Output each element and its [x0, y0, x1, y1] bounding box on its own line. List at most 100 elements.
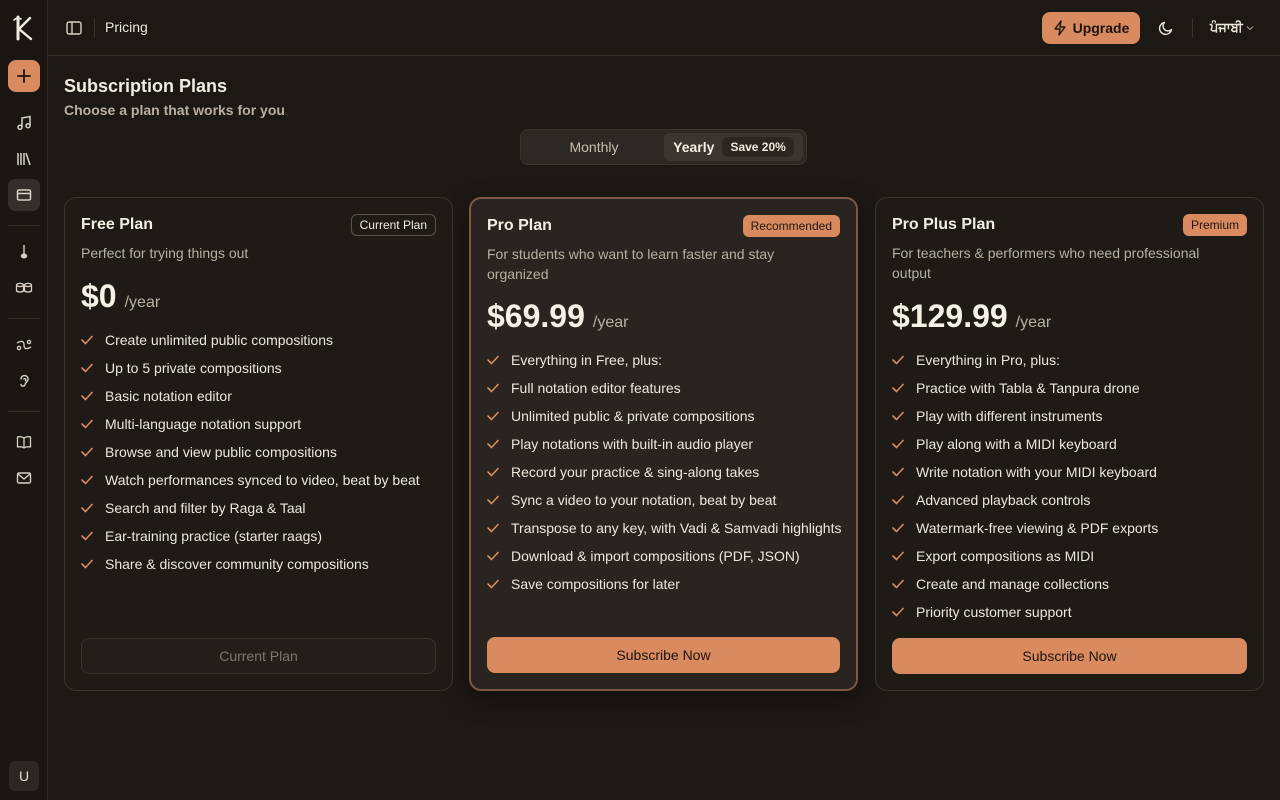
top-header: Pricing Upgrade ਪੰਜਾਬੀ — [48, 0, 1280, 56]
current-plan-badge: Current Plan — [350, 214, 436, 236]
language-select[interactable]: ਪੰਜਾਬੀ — [1204, 14, 1260, 42]
check-icon — [892, 378, 906, 398]
feature-text: Priority customer support — [916, 604, 1072, 620]
feature-item: Search and filter by Raga & Taal — [81, 498, 440, 518]
check-icon — [892, 518, 906, 538]
toggle-sidebar-button[interactable] — [65, 19, 83, 37]
plan-period: /year — [592, 314, 629, 331]
premium-badge: Premium — [1182, 214, 1247, 236]
feature-item: Write notation with your MIDI keyboard — [892, 462, 1251, 482]
feature-list: Create unlimited public compositions Up t… — [81, 330, 440, 582]
check-icon — [892, 406, 906, 426]
check-icon — [81, 414, 95, 434]
check-icon — [81, 330, 95, 350]
feature-item: Record your practice & sing-along takes — [487, 462, 844, 482]
upgrade-button[interactable]: Upgrade — [1042, 12, 1140, 44]
feature-item: Play along with a MIDI keyboard — [892, 434, 1251, 454]
header-divider — [94, 19, 95, 37]
feature-item: Multi-language notation support — [81, 414, 440, 434]
tabla-icon — [15, 282, 32, 293]
mail-icon — [16, 472, 31, 484]
music-note-icon — [16, 115, 31, 130]
tab-monthly[interactable]: Monthly — [524, 133, 664, 161]
feature-text: Multi-language notation support — [105, 416, 302, 432]
feature-item: Export compositions as MIDI — [892, 546, 1251, 566]
yearly-label: Yearly — [673, 139, 715, 155]
sidebar-item-compositions[interactable] — [8, 107, 40, 139]
subscribe-pro-plus-button[interactable]: Subscribe Now — [892, 638, 1247, 674]
lightning-icon — [1053, 20, 1066, 36]
feature-item: Everything in Pro, plus: — [892, 350, 1251, 370]
check-icon — [81, 470, 95, 490]
feature-text: Download & import compositions (PDF, JSO… — [511, 548, 800, 564]
check-icon — [487, 490, 501, 510]
feature-list: Everything in Pro, plus: Practice with Ta… — [892, 350, 1251, 630]
new-composition-button[interactable] — [7, 60, 40, 92]
plan-period: /year — [1015, 314, 1052, 331]
billing-period-toggle: Monthly Yearly Save 20% — [520, 129, 807, 165]
feature-text: Transpose to any key, with Vadi & Samvad… — [511, 520, 842, 536]
sitar-icon — [20, 245, 27, 259]
theme-toggle-button[interactable] — [1156, 18, 1176, 38]
sidebar-item-pricing[interactable] — [7, 179, 40, 211]
plan-description: Perfect for trying things out — [81, 245, 249, 261]
check-icon — [487, 546, 501, 566]
tab-yearly[interactable]: Yearly Save 20% — [664, 133, 803, 161]
sidebar-item-contact[interactable] — [8, 462, 40, 494]
plan-price: $129.99 — [892, 298, 1008, 334]
feature-item: Sync a video to your notation, beat by b… — [487, 490, 844, 510]
sidebar-divider — [7, 318, 40, 319]
sidebar-item-guide[interactable] — [8, 426, 40, 458]
check-icon — [487, 434, 501, 454]
feature-text: Write notation with your MIDI keyboard — [916, 464, 1157, 480]
plan-card-pro: Pro Plan Recommended For students who wa… — [469, 197, 858, 691]
sidebar-panel-icon — [66, 21, 82, 35]
subscribe-pro-button[interactable]: Subscribe Now — [487, 637, 840, 673]
feature-text: Up to 5 private compositions — [105, 360, 282, 376]
plan-description: For students who want to learn faster an… — [487, 246, 775, 282]
sidebar-divider — [7, 225, 40, 226]
app-logo[interactable] — [9, 13, 39, 43]
feature-text: Create unlimited public compositions — [105, 332, 333, 348]
check-icon — [892, 574, 906, 594]
feature-item: Create unlimited public compositions — [81, 330, 440, 350]
recommended-badge: Recommended — [742, 215, 840, 237]
language-label: ਪੰਜਾਬੀ — [1210, 20, 1243, 35]
sidebar-item-ear-training[interactable] — [8, 365, 40, 397]
page-title: Subscription Plans — [64, 76, 228, 96]
feature-text: Sync a video to your notation, beat by b… — [511, 492, 777, 508]
plan-card-free: Free Plan Current Plan Perfect for tryin… — [64, 197, 453, 691]
feature-text: Play notations with built-in audio playe… — [511, 436, 754, 452]
feature-text: Watch performances synced to video, beat… — [105, 472, 420, 488]
sidebar-item-alankar[interactable] — [8, 329, 40, 361]
sidebar-item-library[interactable] — [8, 143, 40, 175]
library-icon — [16, 152, 31, 166]
check-icon — [81, 386, 95, 406]
sidebar-item-tabla[interactable] — [8, 272, 40, 304]
feature-item: Priority customer support — [892, 602, 1251, 622]
curve-icon — [16, 339, 31, 351]
feature-list: Everything in Free, plus: Full notation e… — [487, 350, 844, 602]
sidebar-divider — [7, 411, 40, 412]
feature-text: Everything in Free, plus: — [511, 352, 662, 368]
check-icon — [487, 406, 501, 426]
feature-item: Full notation editor features — [487, 378, 844, 398]
feature-text: Ear-training practice (starter raags) — [105, 528, 323, 544]
sidebar-item-tanpura[interactable] — [8, 236, 40, 268]
check-icon — [487, 378, 501, 398]
feature-text: Share & discover community compositions — [105, 556, 369, 572]
price-row: $0 /year — [81, 278, 160, 315]
plan-card-pro-plus: Pro Plus Plan Premium For teachers & per… — [875, 197, 1264, 691]
logo-k-icon — [12, 15, 32, 41]
feature-text: Save compositions for later — [511, 576, 680, 592]
check-icon — [81, 442, 95, 462]
avatar[interactable]: U — [9, 761, 39, 791]
plan-price: $69.99 — [487, 298, 585, 334]
feature-item: Transpose to any key, with Vadi & Samvad… — [487, 518, 844, 538]
feature-item: Share & discover community compositions — [81, 554, 440, 574]
feature-text: Unlimited public & private compositions — [511, 408, 755, 424]
feature-item: Up to 5 private compositions — [81, 358, 440, 378]
check-icon — [892, 602, 906, 622]
ear-icon — [19, 374, 29, 387]
feature-item: Ear-training practice (starter raags) — [81, 526, 440, 546]
